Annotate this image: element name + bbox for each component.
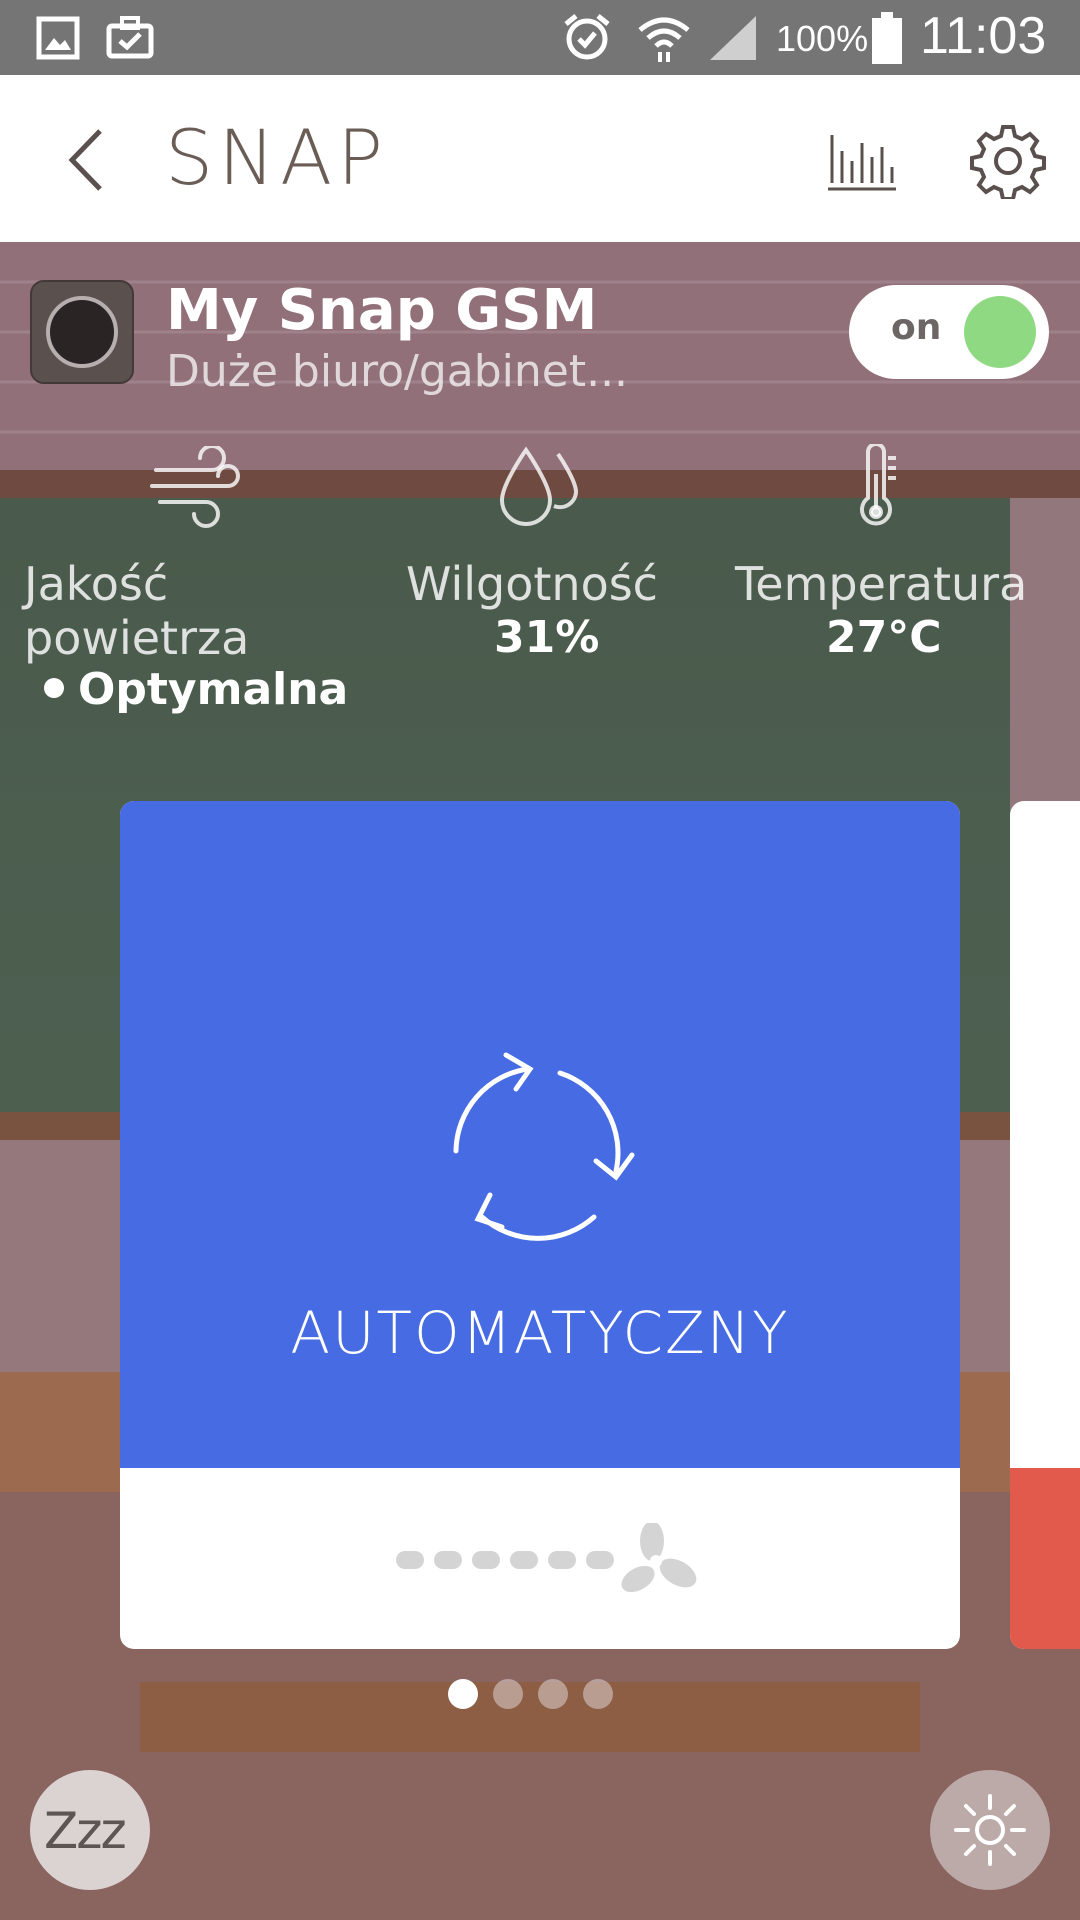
page-dot-4[interactable]: [583, 1679, 613, 1709]
signal-icon: [710, 16, 756, 60]
fan-icon: [621, 1523, 697, 1593]
next-mode-card[interactable]: [1010, 801, 1080, 1649]
mode-card-panel: AUTOMATYCZNY: [120, 801, 960, 1468]
next-mode-card-accent: [1010, 1468, 1080, 1649]
gallery-icon: [36, 16, 80, 60]
clock: 11:03: [920, 7, 1047, 65]
desk-left: [0, 1372, 120, 1492]
thermometer-icon: [860, 444, 896, 526]
wind-icon: [150, 446, 240, 528]
air-quality-label-line1: Jakość: [24, 557, 169, 611]
air-quality-status: Optymalna: [44, 664, 348, 715]
device-avatar: [30, 280, 134, 384]
gear-icon[interactable]: [970, 123, 1046, 199]
page-dot-3[interactable]: [538, 1679, 568, 1709]
stats-icon[interactable]: [826, 127, 898, 193]
mode-label: AUTOMATYCZNY: [290, 1299, 790, 1367]
battery-icon: [872, 12, 902, 64]
brightness-icon: [954, 1794, 1026, 1866]
mode-card[interactable]: AUTOMATYCZNY: [120, 801, 960, 1649]
humidity-value: 31%: [494, 612, 600, 663]
temperature-label: Temperatura: [735, 557, 1028, 611]
device-ring: [46, 296, 118, 368]
status-bar: 100% 11:03: [0, 0, 1080, 75]
droplets-icon: [499, 446, 579, 526]
device-name: My Snap GSM: [166, 278, 598, 343]
alarm-icon: [564, 14, 610, 60]
power-toggle-knob: [964, 296, 1036, 368]
page-dot-1[interactable]: [448, 1679, 478, 1709]
app-bar: SNAP: [0, 75, 1080, 242]
status-dot: [44, 678, 64, 698]
fan-speed-indicator[interactable]: [390, 1523, 710, 1593]
briefcase-check-icon: [106, 16, 154, 59]
air-quality-label-line2: powietrza: [24, 611, 250, 665]
device-room: Duże biuro/gabinet...: [166, 346, 629, 397]
brightness-button[interactable]: [930, 1770, 1050, 1890]
power-toggle[interactable]: on: [849, 285, 1049, 379]
wifi-icon: [638, 17, 690, 62]
air-quality-label: Jakość powietrza: [24, 557, 249, 665]
sleep-mode-label: Zzz: [44, 1802, 127, 1860]
temperature-value: 27°C: [826, 612, 942, 663]
air-quality-value: Optymalna: [78, 664, 349, 715]
page-dot-2[interactable]: [493, 1679, 523, 1709]
desk-back: [140, 1682, 920, 1752]
humidity-label: Wilgotność: [406, 557, 658, 611]
auto-cycle-icon: [453, 1052, 635, 1241]
back-icon[interactable]: [60, 127, 120, 193]
battery-percent: 100%: [776, 18, 869, 59]
page-title: SNAP: [165, 113, 388, 202]
sleep-mode-button[interactable]: Zzz: [30, 1770, 150, 1890]
power-toggle-label: on: [891, 307, 942, 348]
